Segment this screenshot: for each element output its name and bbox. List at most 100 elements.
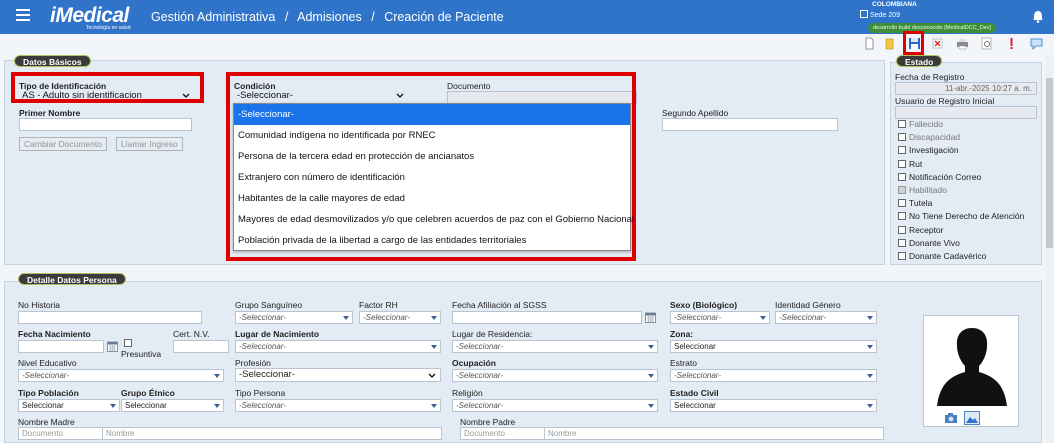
- chevron-down-icon: [648, 404, 654, 408]
- condicion-option[interactable]: Habitantes de la calle mayores de edad: [234, 188, 630, 209]
- checkbox-label: Rut: [909, 158, 923, 169]
- site-selector[interactable]: Sede 209: [860, 10, 900, 19]
- fecha-afiliacion-field[interactable]: [452, 311, 642, 324]
- estado-checkbox-row[interactable]: Donante Cadavérico: [898, 251, 987, 262]
- alert-icon[interactable]: [1005, 37, 1018, 50]
- estado-checkbox-row[interactable]: Habilitado: [898, 185, 947, 196]
- segundo-apellido-field[interactable]: [662, 118, 838, 131]
- company-name: COLOMBIANA: [872, 1, 917, 8]
- estado-checkbox-row[interactable]: Tutela: [898, 198, 932, 209]
- checkbox-label: Investigación: [909, 145, 959, 156]
- checkbox[interactable]: [898, 146, 906, 155]
- new-document-icon[interactable]: [863, 37, 876, 50]
- calendar-icon[interactable]: [645, 312, 656, 323]
- checkbox[interactable]: [898, 238, 906, 247]
- cambiar-documento-button[interactable]: Cambiar Documento: [19, 137, 107, 151]
- madre-nombre-field[interactable]: Nombre: [102, 427, 442, 440]
- fecha-nacimiento-field[interactable]: [18, 340, 104, 353]
- condicion-option[interactable]: -Seleccionar-: [234, 104, 630, 125]
- checkbox[interactable]: [898, 212, 906, 221]
- print-icon[interactable]: [956, 37, 969, 50]
- llamar-ingreso-button[interactable]: Llamar Ingreso: [116, 137, 183, 151]
- no-historia-field[interactable]: [18, 311, 202, 324]
- select-value: -Seleccionar-: [22, 371, 69, 380]
- estado-checkbox-row[interactable]: Receptor: [898, 225, 944, 236]
- checkbox[interactable]: [898, 199, 906, 208]
- scrollbar-thumb[interactable]: [1046, 78, 1053, 248]
- presuntiva-checkbox[interactable]: [124, 339, 132, 347]
- ocupacion-select[interactable]: -Seleccionar-: [452, 369, 658, 382]
- lugar-nacimiento-select[interactable]: -Seleccionar-: [235, 340, 441, 353]
- hamburger-icon[interactable]: [16, 9, 30, 21]
- camera-icon[interactable]: [944, 412, 958, 424]
- lugar-nacimiento-label: Lugar de Nacimiento: [235, 329, 320, 339]
- checkbox[interactable]: [898, 172, 906, 181]
- cert-nv-label: Cert. N.V.: [173, 329, 210, 339]
- estrato-label: Estrato: [670, 358, 697, 368]
- lugar-residencia-select[interactable]: -Seleccionar-: [452, 340, 658, 353]
- condicion-option[interactable]: Población privada de la libertad a cargo…: [234, 230, 630, 251]
- chat-icon[interactable]: [1030, 37, 1043, 50]
- page-scrollbar[interactable]: [1045, 56, 1054, 443]
- checkbox[interactable]: [898, 252, 906, 260]
- chevron-down-icon: [867, 374, 873, 378]
- checkbox[interactable]: [898, 186, 906, 194]
- estado-checkbox-row[interactable]: Rut: [898, 159, 922, 170]
- sexo-select[interactable]: -Seleccionar-: [670, 311, 770, 324]
- condicion-option[interactable]: Extranjero con número de identificación: [234, 167, 630, 188]
- select-value: -Seleccionar-: [456, 342, 503, 351]
- breadcrumb: Gestión Administrativa / Admisiones / Cr…: [151, 10, 510, 24]
- condicion-option[interactable]: Mayores de edad desmovilizados y/o que c…: [234, 209, 634, 230]
- select-value: Seleccionar: [125, 401, 167, 410]
- chevron-down-icon: [214, 404, 220, 408]
- checkbox[interactable]: [898, 133, 906, 142]
- fecha-afiliacion-label: Fecha Afiliación al SGSS: [452, 300, 547, 310]
- breadcrumb-item[interactable]: Admisiones: [297, 10, 362, 24]
- estrato-select[interactable]: -Seleccionar-: [670, 369, 877, 382]
- checkbox[interactable]: [898, 159, 906, 168]
- estado-checkbox-row[interactable]: Notificación Correo: [898, 172, 981, 183]
- nivel-educativo-select[interactable]: -Seleccionar-: [18, 369, 224, 382]
- estado-civil-select[interactable]: Seleccionar: [670, 399, 877, 412]
- select-value: Seleccionar: [22, 401, 64, 410]
- checkbox-label: Tutela: [909, 198, 933, 209]
- checkbox-label: No Tiene Derecho de Atención: [909, 211, 1025, 222]
- estado-checkbox-row[interactable]: Investigación: [898, 145, 959, 156]
- grupo-etnico-select[interactable]: Seleccionar: [121, 399, 224, 412]
- image-upload-icon[interactable]: [964, 411, 980, 425]
- grupo-sanguineo-select[interactable]: -Seleccionar-: [235, 311, 353, 324]
- cancel-icon[interactable]: [931, 37, 944, 50]
- padre-nombre-field[interactable]: Nombre: [544, 427, 884, 440]
- cert-nv-field[interactable]: [173, 340, 229, 353]
- select-value: -Seleccionar-: [239, 313, 286, 322]
- preview-icon[interactable]: [980, 37, 993, 50]
- usuario-registro-label: Usuario de Registro Inicial: [895, 96, 995, 106]
- estado-checkbox-row[interactable]: Discapacidad: [898, 132, 960, 143]
- identidad-genero-select[interactable]: -Seleccionar-: [775, 311, 877, 324]
- bell-icon[interactable]: [1032, 10, 1044, 23]
- select-value: Seleccionar: [674, 401, 716, 410]
- estado-civil-label: Estado Civil: [670, 388, 719, 398]
- religion-select[interactable]: -Seleccionar-: [452, 399, 658, 412]
- estado-checkbox-row[interactable]: Donante Vivo: [898, 238, 960, 249]
- tipo-persona-select[interactable]: -Seleccionar-: [235, 399, 441, 412]
- open-folder-icon[interactable]: [883, 37, 896, 50]
- padre-documento-field[interactable]: Documento: [460, 427, 546, 440]
- nombre-madre-label: Nombre Madre: [18, 417, 75, 427]
- factor-rh-select[interactable]: -Seleccionar-: [359, 311, 441, 324]
- building-icon: [860, 10, 868, 18]
- chevron-down-icon: [110, 404, 116, 408]
- madre-documento-field[interactable]: Documento: [18, 427, 104, 440]
- breadcrumb-item[interactable]: Gestión Administrativa: [151, 10, 275, 24]
- condicion-option[interactable]: Comunidad indígena no identificada por R…: [234, 125, 630, 146]
- condicion-option[interactable]: Persona de la tercera edad en protección…: [234, 146, 630, 167]
- zona-select[interactable]: Seleccionar: [670, 340, 877, 353]
- profesion-select[interactable]: -Seleccionar-: [235, 368, 441, 382]
- tipo-poblacion-select[interactable]: Seleccionar: [18, 399, 120, 412]
- checkbox[interactable]: [898, 225, 906, 234]
- calendar-icon[interactable]: [107, 341, 118, 352]
- checkbox[interactable]: [898, 120, 906, 128]
- estado-checkbox-row[interactable]: No Tiene Derecho de Atención: [898, 211, 1024, 222]
- primer-nombre-field[interactable]: [19, 118, 192, 131]
- estado-checkbox-row[interactable]: Fallecido: [898, 119, 943, 130]
